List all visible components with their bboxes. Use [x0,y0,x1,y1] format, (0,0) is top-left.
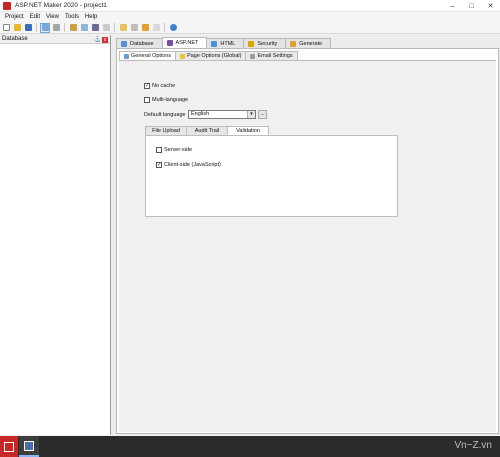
inner-tabs: File Upload Audit Trail Validation [145,126,269,135]
tab-aspnet[interactable]: ASP.NET [161,37,208,48]
html-tool-icon[interactable] [151,23,161,33]
no-cache-label: No cache [152,83,176,89]
tab-label: Email Settings [257,53,293,59]
server-side-option[interactable]: Server-side [156,147,192,153]
default-language-select[interactable]: English ▾ [188,110,256,119]
app-glyph-icon [4,441,14,452]
tab-email-settings[interactable]: Email Settings [245,51,298,60]
menu-help[interactable]: Help [82,14,100,20]
generate-icon[interactable] [90,23,100,33]
minimize-icon[interactable]: – [443,0,462,12]
tab-general-options[interactable]: General Options [119,51,177,60]
main-tabs: Database ASP.NET HTML Security Generate [116,37,332,48]
database-panel-title: Database [2,36,28,42]
tab-label: Page Options (Global) [187,53,242,59]
default-language-label: Default language [144,112,186,118]
lock-icon [248,40,255,47]
tab-generate[interactable]: Generate [285,38,332,48]
database-icon [121,40,127,47]
taskbar-aspnetmaker-icon[interactable] [19,436,39,457]
email-icon [250,53,256,59]
tab-security[interactable]: Security [243,38,287,48]
client-side-label: Client-side (JavaScript) [164,162,221,168]
help-icon[interactable] [168,23,178,33]
close-panel-icon[interactable]: x [102,36,108,43]
taskbar [0,436,500,457]
aspnet-tab-content: General Options Page Options (Global) Em… [116,48,499,434]
tab-label: General Options [131,53,172,59]
menu-bar: Project Edit View Tools Help [0,12,500,22]
tab-page-options[interactable]: Page Options (Global) [175,51,247,60]
general-options-panel: ✓ No cache Multi-language Default langua… [119,60,496,432]
tab-label: Security [257,40,278,47]
database-panel-header: Database ⚓ x [0,35,110,44]
toolbar-separator [164,23,165,32]
pin-icon[interactable]: ⚓ [94,36,101,43]
pencil-icon [290,40,297,47]
toolbar-separator [114,23,115,32]
toolbar [0,22,500,34]
watermark: Vn−Z.vn [454,440,492,451]
multi-language-checkbox[interactable] [144,97,150,103]
menu-tools[interactable]: Tools [62,14,82,20]
new-icon[interactable] [1,23,11,33]
open-icon[interactable] [12,23,22,33]
app-icon [3,2,11,10]
title-bar: ASP.NET Maker 2020 - project1 – □ ✕ [0,0,500,12]
toolbar-separator [36,23,37,32]
layout-icon[interactable] [40,22,50,33]
server-side-label: Server-side [164,147,193,153]
window-controls: – □ ✕ [443,0,500,12]
window-title: ASP.NET Maker 2020 - project1 [15,2,107,9]
html-icon [211,40,218,47]
options-icon [124,53,129,59]
multi-language-option[interactable]: Multi-language [144,97,188,103]
copy-icon[interactable] [51,23,61,33]
maximize-icon[interactable]: □ [462,0,481,12]
aspnetmaker-glyph-icon [24,440,34,451]
tab-file-upload[interactable]: File Upload [145,126,187,135]
multi-language-label: Multi-language [152,97,189,103]
default-language-value: English [191,111,210,117]
client-side-checkbox[interactable]: ✓ [156,162,162,168]
find-icon[interactable] [79,23,89,33]
toolbar-separator [64,23,65,32]
edit-icon[interactable] [118,23,128,33]
pencil-tool-icon[interactable] [140,23,150,33]
delete-icon[interactable] [101,23,111,33]
tab-database[interactable]: Database [116,38,163,48]
save-icon[interactable] [23,23,33,33]
tab-audit-trail[interactable]: Audit Trail [186,126,228,135]
client-side-option[interactable]: ✓ Client-side (JavaScript) [156,162,221,168]
tab-html[interactable]: HTML [206,38,245,48]
no-cache-checkbox[interactable]: ✓ [144,83,150,89]
language-more-button[interactable]: ... [258,110,267,119]
tab-label: ASP.NET [175,40,199,46]
refresh-icon[interactable] [129,23,139,33]
menu-project[interactable]: Project [2,14,27,20]
chevron-down-icon[interactable]: ▾ [247,111,255,118]
page-icon [180,53,186,59]
close-icon[interactable]: ✕ [481,0,500,12]
no-cache-option[interactable]: ✓ No cache [144,83,175,89]
menu-view[interactable]: View [43,14,62,20]
database-panel: Database ⚓ x [0,35,111,435]
tab-label: Generate [299,40,323,47]
tab-label: HTML [220,40,236,47]
aspnet-icon [166,40,173,46]
tab-label: Database [130,40,154,47]
tab-validation[interactable]: Validation [227,126,269,135]
main-area: Database ASP.NET HTML Security Generate … [112,35,500,435]
validation-panel: Server-side ✓ Client-side (JavaScript) [145,135,398,217]
paste-icon[interactable] [68,23,78,33]
taskbar-app-icon[interactable] [0,436,18,457]
server-side-checkbox[interactable] [156,147,162,153]
menu-edit[interactable]: Edit [27,14,43,20]
